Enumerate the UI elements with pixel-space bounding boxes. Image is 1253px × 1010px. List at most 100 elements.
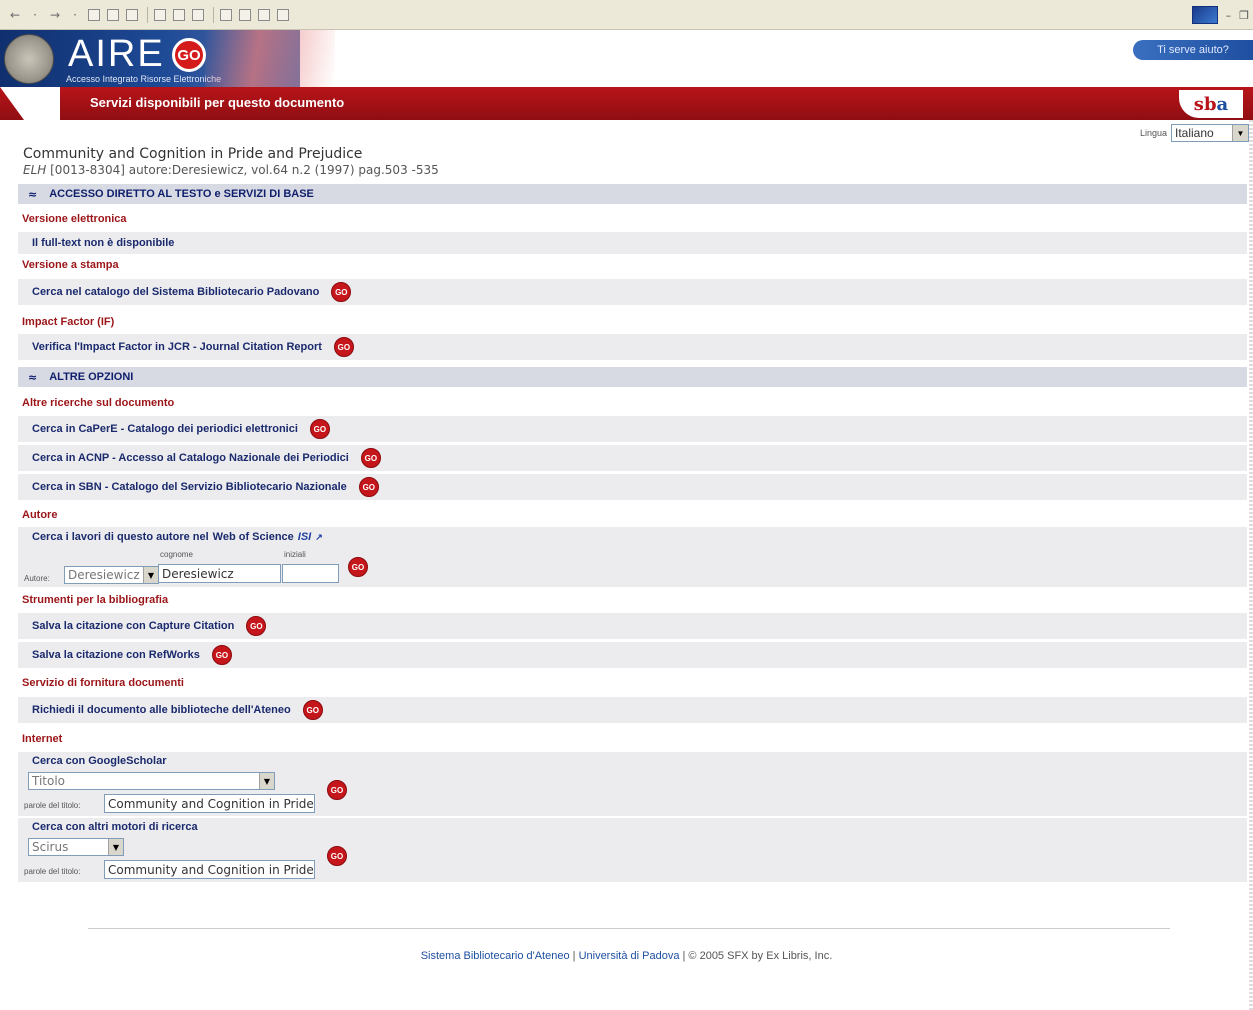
go-button[interactable]: GO	[348, 557, 368, 577]
page-edge	[1249, 120, 1253, 1010]
category-impact-factor: Impact Factor (IF)	[22, 316, 115, 328]
go-button[interactable]: GO	[309, 419, 330, 439]
service-link[interactable]: Cerca in ACNP - Accesso al Catalogo Nazi…	[32, 452, 349, 464]
title-bar-notch	[0, 87, 60, 120]
service-jcr[interactable]: Verifica l'Impact Factor in JCR - Journa…	[18, 334, 1247, 360]
cognome-input[interactable]: Deresiewicz	[158, 564, 281, 583]
collapse-icon[interactable]: ≈	[28, 371, 37, 384]
service-sbn[interactable]: Cerca in SBN - Catalogo del Servizio Bib…	[18, 474, 1247, 500]
chevron-down-icon[interactable]: ▼	[259, 773, 274, 789]
stop-icon[interactable]	[88, 8, 100, 21]
iniziali-label: iniziali	[284, 550, 306, 559]
chevron-down-icon[interactable]: ▼	[143, 567, 158, 583]
category-internet: Internet	[22, 733, 63, 745]
go-button[interactable]: GO	[211, 645, 232, 665]
go-logo-icon: GO	[172, 38, 206, 72]
toolbar-divider	[147, 6, 148, 23]
service-label: Il full-text non è disponibile	[32, 237, 175, 249]
engine-select[interactable]: Scirus ▼	[28, 838, 124, 856]
service-catalog-padova[interactable]: Cerca nel catalogo del Sistema Bibliotec…	[18, 279, 1247, 305]
section-title: ACCESSO DIRETTO AL TESTO e SERVIZI DI BA…	[49, 188, 314, 200]
author-search-panel: Cerca i lavori di questo autore nel Web …	[18, 527, 1247, 587]
chevron-down-icon[interactable]: ▼	[108, 839, 123, 855]
service-refworks[interactable]: Salva la citazione con RefWorks GO	[18, 642, 1247, 668]
search-icon[interactable]	[154, 8, 166, 21]
dropdown-icon[interactable]: ·	[68, 8, 82, 22]
title-words-label: parole del titolo:	[24, 867, 81, 876]
edit-icon[interactable]	[258, 8, 270, 21]
footer-link-unipd[interactable]: Università di Padova	[579, 950, 680, 962]
wos-link[interactable]: Web of Science	[213, 531, 294, 543]
engine-title-input[interactable]: Community and Cognition in Pride an	[104, 860, 315, 879]
back-icon[interactable]: ←	[8, 8, 22, 22]
forward-icon[interactable]: →	[48, 8, 62, 22]
dropdown-icon[interactable]: ·	[28, 8, 42, 22]
language-select[interactable]: Italiano ▼	[1171, 124, 1249, 142]
go-button[interactable]: GO	[302, 700, 323, 720]
other-engines-panel: Cerca con altri motori di ricerca Scirus…	[18, 818, 1247, 882]
home-icon[interactable]	[126, 8, 138, 21]
go-button[interactable]: GO	[358, 477, 379, 497]
author-select-value: Deresiewicz	[68, 568, 140, 582]
sba-logo-a: a	[1216, 93, 1229, 115]
section-other-options[interactable]: ≈ ALTRE OPZIONI	[18, 367, 1247, 387]
journal-name: ELH	[23, 163, 47, 177]
collapse-icon[interactable]: ≈	[28, 188, 37, 201]
service-caperE[interactable]: Cerca in CaPerE - Catalogo dei periodici…	[18, 416, 1247, 442]
go-button[interactable]: GO	[333, 337, 354, 357]
page-title: Servizi disponibili per questo documento	[90, 95, 345, 110]
service-link[interactable]: Verifica l'Impact Factor in JCR - Journa…	[32, 341, 322, 353]
service-capture-citation[interactable]: Salva la citazione con Capture Citation …	[18, 613, 1247, 639]
print-icon[interactable]	[239, 8, 251, 21]
go-button[interactable]: GO	[360, 448, 381, 468]
university-seal-icon	[4, 34, 54, 84]
service-link[interactable]: Cerca in CaPerE - Catalogo dei periodici…	[32, 423, 298, 435]
service-link[interactable]: Salva la citazione con RefWorks	[32, 649, 200, 661]
sba-logo-b: b	[1203, 93, 1217, 115]
footer-link-sba[interactable]: Sistema Bibliotecario d'Ateneo	[421, 950, 570, 962]
section-direct-access[interactable]: ≈ ACCESSO DIRETTO AL TESTO e SERVIZI DI …	[18, 184, 1247, 204]
go-button[interactable]: GO	[327, 780, 347, 800]
aire-subtitle: Accesso Integrato Risorse Elettroniche	[66, 74, 222, 84]
author-select[interactable]: Deresiewicz ▼	[64, 566, 159, 584]
google-field-select[interactable]: Titolo ▼	[28, 772, 275, 790]
language-label: Lingua	[1139, 128, 1167, 138]
go-button[interactable]: GO	[331, 282, 352, 302]
service-link[interactable]: Richiedi il documento alle biblioteche d…	[32, 704, 291, 716]
restore-icon[interactable]: ❐	[1239, 9, 1249, 22]
discuss-icon[interactable]	[277, 8, 289, 21]
service-acnp[interactable]: Cerca in ACNP - Accesso al Catalogo Nazi…	[18, 445, 1247, 471]
sba-logo: sba	[1179, 90, 1243, 118]
footer-divider	[88, 928, 1170, 929]
service-link[interactable]: Salva la citazione con Capture Citation	[32, 620, 234, 632]
footer: Sistema Bibliotecario d'Ateneo | Univers…	[0, 950, 1253, 962]
favorites-icon[interactable]	[173, 8, 185, 21]
other-engines-link[interactable]: Cerca con altri motori di ricerca	[32, 821, 198, 833]
cognome-label: cognome	[160, 550, 193, 559]
refresh-icon[interactable]	[107, 8, 119, 21]
iniziali-input[interactable]	[282, 564, 339, 583]
google-scholar-link[interactable]: Cerca con GoogleScholar	[32, 755, 166, 767]
service-link[interactable]: Cerca in SBN - Catalogo del Servizio Bib…	[32, 481, 347, 493]
service-ateneo[interactable]: Richiedi il documento alle biblioteche d…	[18, 697, 1247, 723]
service-link[interactable]: Cerca nel catalogo del Sistema Bibliotec…	[32, 286, 319, 298]
minimize-icon[interactable]: –	[1226, 9, 1232, 22]
windows-logo-icon	[1191, 6, 1218, 24]
footer-copyright: | © 2005 SFX by Ex Libris, Inc.	[679, 950, 833, 962]
service-fulltext: Il full-text non è disponibile	[18, 232, 1247, 254]
title-bar: Servizi disponibili per questo documento…	[0, 87, 1253, 120]
external-link-icon[interactable]: ↗	[315, 532, 323, 543]
title-words-label: parole del titolo:	[24, 801, 81, 810]
browser-toolbar: ← · → · – ❐	[0, 0, 1253, 30]
go-button[interactable]: GO	[246, 616, 267, 636]
go-button[interactable]: GO	[327, 846, 347, 866]
history-icon[interactable]	[192, 8, 204, 21]
isi-logo[interactable]: ISI	[298, 531, 311, 543]
author-label: Autore:	[24, 574, 50, 583]
chevron-down-icon[interactable]: ▼	[1232, 125, 1248, 141]
google-select-value: Titolo	[32, 774, 66, 788]
google-title-input[interactable]: Community and Cognition in Pride an	[104, 794, 315, 813]
logo-streak	[205, 30, 335, 87]
help-button[interactable]: Ti serve aiuto?	[1133, 40, 1253, 60]
mail-icon[interactable]	[220, 8, 232, 21]
